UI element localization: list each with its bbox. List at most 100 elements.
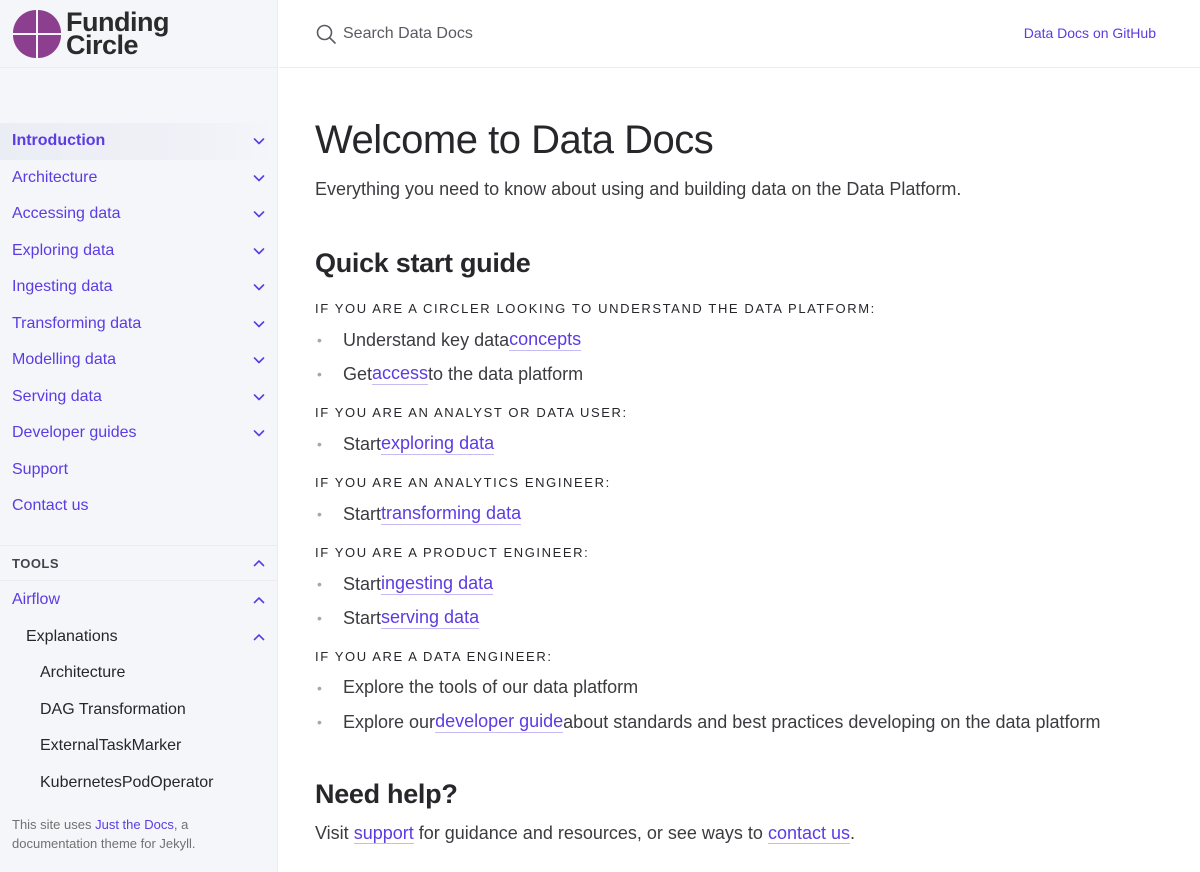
- sidebar-item-accessing-data[interactable]: Accessing data: [0, 196, 277, 233]
- sidebar-item-modelling-data[interactable]: Modelling data: [0, 342, 277, 379]
- sidebar-item-label: Serving data: [12, 387, 102, 405]
- list-item: • Explore our developer guide about stand…: [315, 711, 1101, 733]
- item-text: Explore our: [343, 711, 436, 732]
- chevron-up-icon: [252, 556, 266, 570]
- sidebar-item-label: Transforming data: [12, 314, 142, 332]
- need-help-heading: Need help?: [315, 779, 458, 809]
- help-text-3: .: [849, 823, 855, 843]
- audience-label: If you are an analytics engineer:: [315, 475, 611, 490]
- sidebar-item-label: Developer guides: [12, 424, 137, 442]
- chevron-down-icon[interactable]: [252, 353, 266, 367]
- help-text-2: for guidance and resources, or see ways …: [413, 823, 768, 843]
- sidebar-item-exploring-data[interactable]: Exploring data: [0, 233, 277, 270]
- sidebar-item-developer-guides[interactable]: Developer guides: [0, 415, 277, 452]
- sidebar-item-transforming-data[interactable]: Transforming data: [0, 306, 277, 343]
- audience-label: If you are a data engineer:: [315, 649, 553, 664]
- audience-label: If you are an analyst or data user:: [315, 405, 628, 420]
- bullet-icon: •: [317, 610, 322, 626]
- sidebar-item-label: Accessing data: [12, 205, 121, 223]
- chevron-down-icon[interactable]: [252, 317, 266, 331]
- sidebar-item-serving-data[interactable]: Serving data: [0, 379, 277, 416]
- list-item: • Start transforming data: [315, 503, 522, 525]
- search-input[interactable]: [343, 22, 643, 46]
- sidebar-item-support[interactable]: Support: [0, 452, 277, 489]
- concepts-link[interactable]: concepts: [509, 329, 582, 351]
- sidebar: Funding Circle Introduction Architecture A…: [0, 0, 278, 872]
- tools-item-airflow-l1[interactable]: Airflow: [0, 582, 277, 619]
- audience-label: If you are a product engineer:: [315, 545, 590, 560]
- serving-data-link[interactable]: serving data: [381, 607, 480, 629]
- brand-name: Funding Circle: [66, 8, 169, 60]
- tools-item-explanations-l2[interactable]: Explanations: [0, 619, 277, 656]
- list-item: • Start exploring data: [315, 433, 495, 455]
- item-text: Get: [343, 363, 373, 384]
- footer-prefix: This site uses: [12, 817, 96, 832]
- brand-line-2: Circle: [66, 29, 139, 60]
- chevron-up-icon[interactable]: [252, 630, 266, 644]
- sidebar-item-label: Support: [12, 460, 69, 478]
- chevron-down-icon[interactable]: [252, 207, 266, 221]
- sidebar-item-ingesting-data[interactable]: Ingesting data: [0, 269, 277, 306]
- search-bar[interactable]: [315, 22, 643, 46]
- sidebar-item-label: Ingesting data: [12, 278, 113, 296]
- tools-item-kubernetespodoperator-l3[interactable]: KubernetesPodOperator: [0, 765, 277, 802]
- chevron-down-icon[interactable]: [252, 390, 266, 404]
- tools-item-architecture-l3[interactable]: Architecture: [0, 655, 277, 692]
- tools-item-label: Architecture: [40, 664, 126, 682]
- tools-section-header[interactable]: TOOLS: [0, 545, 277, 581]
- search-icon: [315, 23, 337, 45]
- top-header: Data Docs on GitHub: [279, 0, 1200, 68]
- tools-item-externaltaskmarker-l3[interactable]: ExternalTaskMarker: [0, 728, 277, 765]
- list-item: • Start serving data: [315, 607, 480, 629]
- chevron-down-icon[interactable]: [252, 244, 266, 258]
- tools-item-label: KubernetesPodOperator: [40, 773, 214, 791]
- bullet-icon: •: [317, 366, 322, 382]
- transforming-data-link[interactable]: transforming data: [381, 503, 522, 525]
- logo-link[interactable]: Funding Circle: [0, 0, 277, 68]
- list-item: • Start ingesting data: [315, 573, 494, 595]
- list-item: • Explore the tools of our data platform: [315, 677, 638, 698]
- chevron-down-icon[interactable]: [252, 280, 266, 294]
- chevron-down-icon[interactable]: [252, 426, 266, 440]
- sidebar-item-introduction[interactable]: Introduction: [0, 123, 277, 160]
- item-text-after: about standards and best practices devel…: [563, 711, 1101, 732]
- item-text-after: to the data platform: [428, 363, 584, 384]
- item-text: Explore the tools of our data platform: [343, 677, 639, 697]
- item-text: Understand key data: [343, 329, 510, 350]
- access-link[interactable]: access: [372, 363, 429, 385]
- tools-nav: Airflow Explanations Architecture DAG Trans…: [0, 582, 277, 802]
- sidebar-item-label: Contact us: [12, 497, 89, 515]
- item-text: Start: [343, 573, 382, 594]
- bullet-icon: •: [317, 332, 322, 348]
- contact-us-link[interactable]: contact us: [767, 823, 850, 844]
- item-text: Start: [343, 433, 382, 454]
- sidebar-item-contact-us[interactable]: Contact us: [0, 488, 277, 525]
- audience-label: If you are a Circler looking to understa…: [315, 301, 876, 316]
- sidebar-item-architecture[interactable]: Architecture: [0, 160, 277, 197]
- chevron-down-icon[interactable]: [252, 171, 266, 185]
- exploring-data-link[interactable]: exploring data: [381, 433, 495, 455]
- tools-header-label: TOOLS: [12, 555, 60, 571]
- chevron-up-icon[interactable]: [252, 593, 266, 607]
- tools-item-dag-transformation-l3[interactable]: DAG Transformation: [0, 692, 277, 729]
- funding-circle-logo-icon: [13, 9, 61, 58]
- page-lead: Everything you need to know about using …: [315, 179, 962, 199]
- tools-item-label: DAG Transformation: [40, 700, 186, 718]
- theme-footer-note: This site uses Just the Docs, a document…: [12, 815, 262, 853]
- bullet-icon: •: [317, 714, 322, 730]
- github-link[interactable]: Data Docs on GitHub: [1024, 25, 1156, 41]
- item-text: Start: [343, 503, 382, 524]
- help-text-1: Visit: [315, 823, 354, 843]
- tools-item-label: ExternalTaskMarker: [40, 737, 182, 755]
- developer-guide-link[interactable]: developer guide: [435, 711, 564, 733]
- sidebar-item-label: Architecture: [12, 168, 98, 186]
- list-item: • Get access to the data platform: [315, 363, 583, 385]
- ingesting-data-link[interactable]: ingesting data: [381, 573, 494, 595]
- chevron-down-icon[interactable]: [252, 134, 266, 148]
- support-link[interactable]: support: [353, 823, 414, 844]
- just-the-docs-link[interactable]: Just the Docs: [95, 817, 174, 832]
- bullet-icon: •: [317, 436, 322, 452]
- list-item: • Understand key data concepts: [315, 329, 582, 351]
- sidebar-item-label: Modelling data: [12, 351, 117, 369]
- bullet-icon: •: [317, 506, 322, 522]
